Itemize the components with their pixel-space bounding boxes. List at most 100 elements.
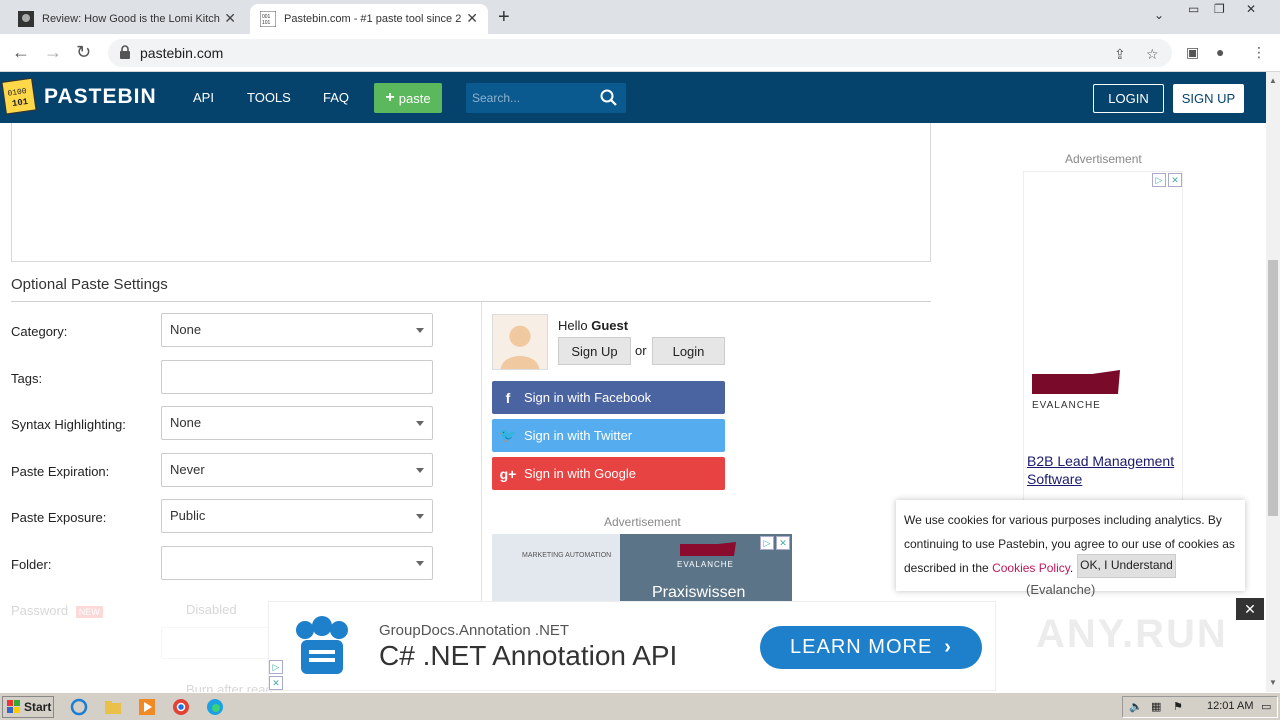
bottom-ad-dismiss-icon[interactable]: ✕ [269, 676, 283, 690]
paste-textarea[interactable] [11, 123, 931, 262]
side-panel-icon[interactable]: ▣ [1186, 44, 1199, 61]
start-button[interactable]: Start [2, 696, 54, 718]
scroll-up-icon[interactable]: ▲ [1269, 76, 1277, 85]
new-paste-button[interactable]: + paste [374, 83, 442, 113]
plus-icon: + [385, 89, 395, 106]
sidebar-ad-advertiser: (Evalanche) [1026, 582, 1096, 597]
start-label: Start [24, 700, 52, 714]
scroll-thumb[interactable] [1268, 260, 1278, 516]
browser-tab-pastebin[interactable]: 001 101 Pastebin.com - #1 paste tool sinc… [250, 4, 488, 34]
expiration-value: Never [170, 462, 205, 477]
ad-headline: Praxiswissen [652, 584, 746, 601]
chevron-down-icon [416, 421, 424, 426]
internet-explorer-icon[interactable] [70, 698, 88, 716]
exposure-select[interactable]: Public [161, 499, 433, 533]
close-tab-icon[interactable]: ✕ [466, 10, 478, 27]
guest-signup-button[interactable]: Sign Up [558, 337, 631, 365]
ad-header-text: MARKETING AUTOMATION [522, 552, 612, 559]
close-bottom-ad-icon[interactable]: ✕ [1236, 598, 1264, 620]
restore-icon[interactable]: ❐ [1214, 2, 1225, 16]
twitter-label: Sign in with Twitter [524, 428, 633, 443]
mid-advertisement[interactable]: MARKETING AUTOMATION EVALANCHE Praxiswis… [492, 534, 792, 602]
cookies-policy-link[interactable]: Cookies Policy [992, 561, 1070, 575]
nav-faq[interactable]: FAQ [323, 90, 349, 105]
network-icon[interactable]: ▦ [1151, 700, 1161, 713]
browser-tab-lomi[interactable]: Review: How Good is the Lomi Kitchen ✕ [8, 4, 246, 34]
close-tab-icon[interactable]: ✕ [224, 10, 236, 27]
page-scrollbar[interactable]: ▲ ▼ [1266, 72, 1280, 692]
google-signin-button[interactable]: g+ Sign in with Google [492, 457, 725, 490]
facebook-label: Sign in with Facebook [524, 390, 652, 405]
new-tab-icon[interactable]: + [498, 6, 510, 29]
new-badge: NEW [75, 606, 103, 618]
tab-search-icon[interactable]: ⌄ [1154, 8, 1164, 22]
category-label: Category: [11, 324, 68, 339]
cookie-accept-button[interactable]: OK, I Understand [1077, 554, 1176, 578]
url-input[interactable]: pastebin.com ⇪ ☆ [108, 39, 1172, 67]
minimize-icon[interactable]: ▭ [1188, 2, 1199, 16]
ad-brand: EVALANCHE [677, 560, 734, 569]
learn-more-label: LEARN MORE [790, 636, 933, 658]
scroll-down-icon[interactable]: ▼ [1269, 678, 1277, 687]
syntax-select[interactable]: None [161, 406, 433, 440]
forward-icon[interactable]: → [44, 42, 62, 63]
nav-api[interactable]: API [193, 90, 214, 105]
bookmark-star-icon[interactable]: ☆ [1146, 46, 1159, 63]
password-label: Password NEW [11, 603, 103, 618]
twitter-signin-button[interactable]: 🐦 Sign in with Twitter [492, 419, 725, 452]
tab-title: Review: How Good is the Lomi Kitchen [42, 13, 220, 25]
folder-icon[interactable] [104, 698, 122, 716]
folder-select[interactable] [161, 546, 433, 580]
adchoices-icon[interactable]: ▷ [1152, 173, 1166, 187]
close-window-icon[interactable]: ✕ [1246, 2, 1256, 16]
ad-close-icon[interactable]: ✕ [776, 536, 790, 550]
exposure-value: Public [170, 508, 206, 523]
ad-image [492, 534, 620, 602]
tab-title: Pastebin.com - #1 paste tool since 2 [284, 13, 462, 25]
facebook-signin-button[interactable]: f Sign in with Facebook [492, 381, 725, 414]
sidebar-advertisement[interactable]: ▷ ✕ EVALANCHE B2B Lead Management Softwa… [1023, 171, 1183, 501]
bottom-adchoices-icon[interactable]: ▷ [269, 660, 283, 674]
site-header: 0100 101 PASTEBIN API TOOLS FAQ + paste … [0, 72, 1266, 123]
menu-icon[interactable]: ⋮ [1252, 44, 1266, 61]
chevron-down-icon [416, 514, 424, 519]
site-logo-text[interactable]: PASTEBIN [44, 85, 157, 109]
chrome-icon[interactable] [172, 698, 190, 716]
bottom-advertisement[interactable]: GroupDocs.Annotation .NET C# .NET Annota… [268, 601, 996, 691]
chevron-down-icon [416, 468, 424, 473]
password-toggle[interactable]: Disabled [186, 602, 237, 617]
media-player-icon[interactable] [138, 698, 156, 716]
search-icon[interactable] [600, 89, 618, 107]
settings-title: Optional Paste Settings [11, 276, 168, 293]
lock-icon [120, 45, 130, 59]
sidebar-ad-title[interactable]: B2B Lead Management Software [1027, 452, 1185, 488]
folder-label: Folder: [11, 557, 52, 572]
google-plus-icon: g+ [499, 465, 517, 482]
back-icon[interactable]: ← [12, 42, 30, 63]
flag-icon[interactable]: ⚑ [1173, 700, 1183, 713]
header-login-button[interactable]: LOGIN [1093, 84, 1164, 113]
edge-icon[interactable] [206, 698, 224, 716]
adchoices-icon[interactable]: ▷ [760, 536, 774, 550]
search-input[interactable] [472, 89, 592, 107]
facebook-icon: f [505, 389, 511, 406]
pastebin-logo-icon[interactable]: 0100 101 [2, 78, 38, 116]
category-value: None [170, 322, 202, 337]
expiration-select[interactable]: Never [161, 453, 433, 487]
learn-more-button[interactable]: LEARN MORE › [760, 626, 982, 669]
chevron-right-icon: › [944, 636, 952, 658]
notification-icon[interactable]: ▭ [1261, 700, 1271, 713]
reload-icon[interactable]: ↻ [76, 42, 91, 63]
share-icon[interactable]: ⇪ [1114, 46, 1126, 63]
expiration-label: Paste Expiration: [11, 464, 110, 479]
category-select[interactable]: None [161, 313, 433, 347]
ad-close-icon[interactable]: ✕ [1168, 173, 1182, 187]
volume-icon[interactable]: 🔈 [1129, 700, 1143, 713]
cookie-consent-popup: We use cookies for various purposes incl… [896, 500, 1245, 591]
nav-tools[interactable]: TOOLS [247, 90, 291, 105]
twitter-icon: 🐦 [499, 427, 517, 443]
header-signup-button[interactable]: SIGN UP [1173, 84, 1244, 113]
profile-icon[interactable]: ● [1216, 44, 1224, 60]
guest-login-button[interactable]: Login [652, 337, 725, 365]
tags-input[interactable] [161, 360, 433, 394]
